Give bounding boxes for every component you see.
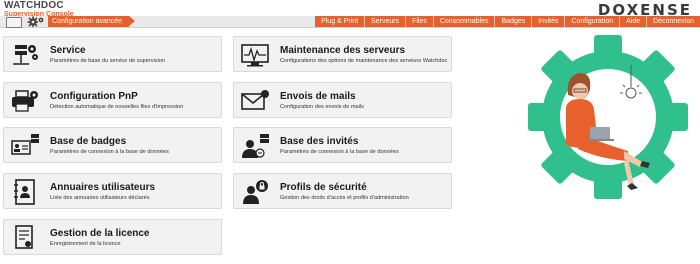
menu-item-badges[interactable]: Badges <box>494 16 531 27</box>
license-certificate-icon <box>15 225 33 249</box>
card-title: Profils de sécurité <box>280 182 367 193</box>
main-menu: Plug & Print Serveurs Files Consommables… <box>315 16 700 27</box>
guest-database-icon <box>242 134 269 158</box>
card-title: Gestion de la licence <box>50 228 150 239</box>
card-title: Envois de mails <box>280 91 356 102</box>
card-description: Liste des annuaires utilisateurs déclaré… <box>50 195 150 201</box>
server-gear-icon <box>13 45 38 65</box>
menu-item-deconnexion[interactable]: Déconnexion <box>646 16 700 27</box>
monitor-pulse-icon <box>241 44 269 67</box>
card-description: Enregistrement de la licence <box>50 241 121 247</box>
mail-icon <box>241 90 269 110</box>
card-title: Base des invités <box>280 136 359 147</box>
card-title: Maintenance des serveurs <box>280 45 406 56</box>
breadcrumb[interactable]: Configuration avancée <box>48 16 136 27</box>
menu-item-serveurs[interactable]: Serveurs <box>364 16 405 27</box>
menu-item-consommables[interactable]: Consommables <box>432 16 495 27</box>
home-icon[interactable] <box>6 17 22 28</box>
card-envois-mails[interactable]: Envois de mails Configuration des envois… <box>233 82 452 118</box>
menu-item-plug-print[interactable]: Plug & Print <box>315 16 364 27</box>
woman-on-gear-illustration <box>528 35 688 199</box>
card-title: Base de badges <box>50 136 127 147</box>
card-description: Paramètres de connexion à la base de don… <box>50 149 169 155</box>
card-annuaires-utilisateurs[interactable]: Annuaires utilisateurs Liste des annuair… <box>3 173 222 209</box>
menu-item-invites[interactable]: Invités <box>531 16 564 27</box>
gears-icon <box>27 16 44 27</box>
card-description: Paramètres de connexion à la base de don… <box>280 149 399 155</box>
card-configuration-pnp[interactable]: Configuration PnP Détection automatique … <box>3 82 222 118</box>
card-base-badges[interactable]: Base de badges Paramètres de connexion à… <box>3 127 222 163</box>
card-profils-securite[interactable]: Profils de sécurité Gestion des droits d… <box>233 173 452 209</box>
menu-item-aide[interactable]: Aide <box>619 16 646 27</box>
card-description: Configurations des options de maintenanc… <box>280 58 448 64</box>
brand-name: WATCHDOC <box>4 0 64 11</box>
card-maintenance-serveurs[interactable]: Maintenance des serveurs Configurations … <box>233 36 452 72</box>
card-title: Annuaires utilisateurs <box>50 182 156 193</box>
card-base-invites[interactable]: Base des invités Paramètres de connexion… <box>233 127 452 163</box>
card-description: Configuration des envois de mails <box>280 104 364 110</box>
badge-database-icon <box>11 134 39 155</box>
card-description: Gestion des droits d'accès et profils d'… <box>280 195 409 201</box>
security-profile-icon <box>243 180 268 204</box>
address-book-icon <box>14 179 35 205</box>
printer-gear-icon <box>12 90 38 112</box>
card-title: Service <box>50 45 86 56</box>
card-description: Détection automatique de nouvelles files… <box>50 104 184 110</box>
card-title: Configuration PnP <box>50 91 138 102</box>
card-service[interactable]: Service Paramètres de base du service de… <box>3 36 222 72</box>
menu-item-configuration[interactable]: Configuration <box>564 16 619 27</box>
card-gestion-licence[interactable]: Gestion de la licence Enregistrement de … <box>3 219 222 255</box>
menu-item-files[interactable]: Files <box>405 16 433 27</box>
card-description: Paramètres de base du service de supervi… <box>50 58 166 64</box>
